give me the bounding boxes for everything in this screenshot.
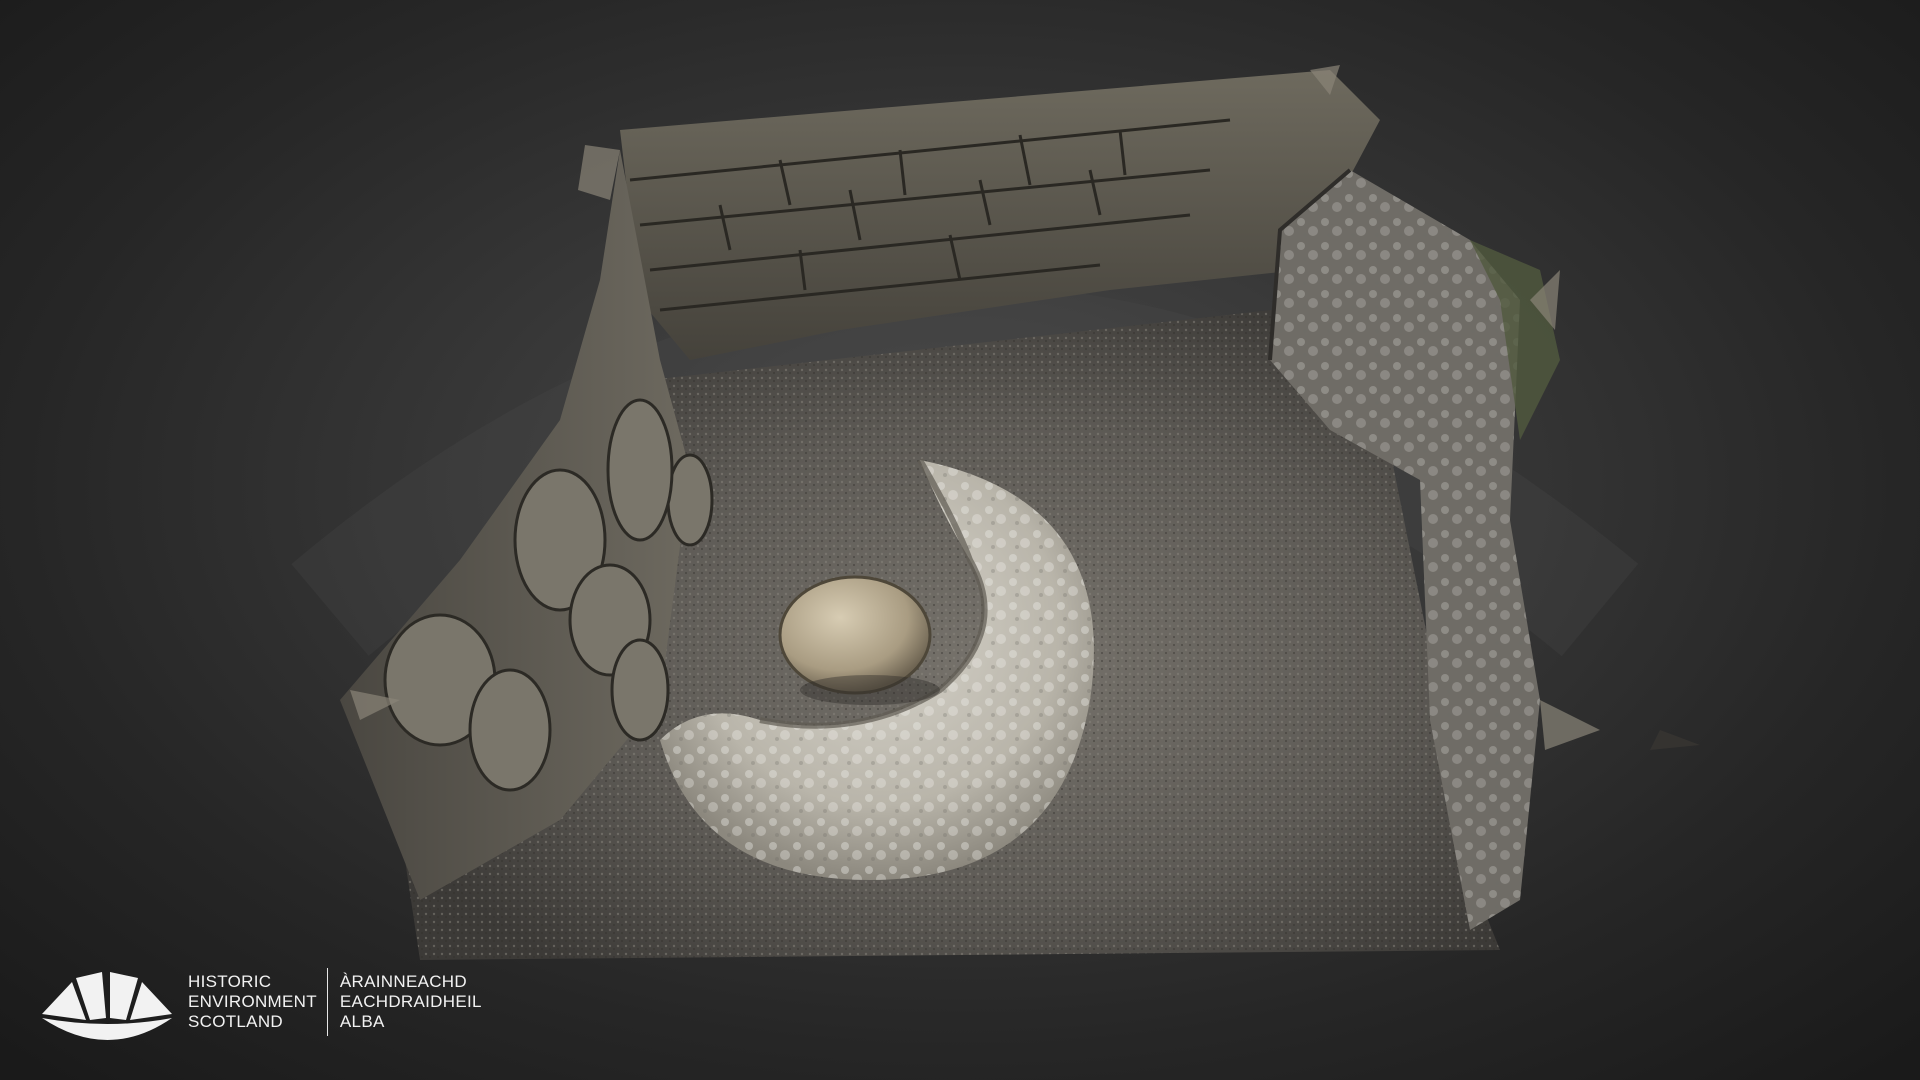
model-viewer[interactable]: HISTORIC ENVIRONMENT SCOTLAND ÀRAINNEACH…	[0, 0, 1920, 1080]
fan-icon	[42, 972, 172, 1040]
logo-line: EACHDRAIDHEIL	[339, 992, 482, 1011]
pebble-shadow	[800, 675, 940, 705]
logo-line: ALBA	[339, 1012, 385, 1031]
historic-environment-scotland-logo: HISTORIC ENVIRONMENT SCOTLAND ÀRAINNEACH…	[38, 962, 558, 1042]
logo-text-english: HISTORIC ENVIRONMENT SCOTLAND	[188, 972, 317, 1032]
logo-line: HISTORIC	[188, 972, 272, 991]
logo-text-gaelic: ÀRAINNEACHD EACHDRAIDHEIL ALBA	[340, 972, 482, 1032]
logo-line: SCOTLAND	[188, 1012, 283, 1031]
logo-divider	[326, 968, 328, 1036]
logo-line: ENVIRONMENT	[188, 992, 317, 1011]
3d-model-canvas[interactable]	[0, 0, 1920, 1080]
logo-line: ÀRAINNEACHD	[339, 972, 467, 991]
